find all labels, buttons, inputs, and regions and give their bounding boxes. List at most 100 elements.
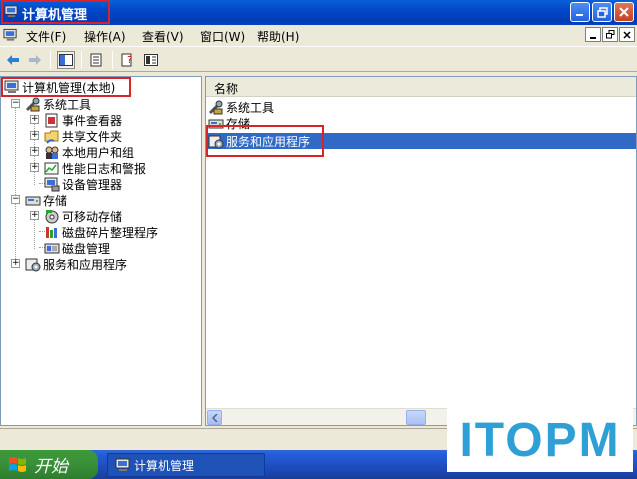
details-pane[interactable]: 名称 系统工具 存储 服务和应用程序 (205, 76, 637, 426)
document-window-controls (585, 27, 635, 42)
tree-item-disk-management[interactable]: 磁盘管理 (44, 240, 110, 256)
taskbar-item-computer-management[interactable]: 计算机管理 (107, 453, 265, 477)
expand-services-apps-icon[interactable]: + (11, 259, 20, 268)
restore-icon (596, 6, 608, 18)
tree-item-storage[interactable]: 存储 (25, 192, 67, 208)
tree-item-label: 本地用户和组 (62, 145, 135, 160)
services-highlight-box (206, 125, 324, 157)
taskbar-item-label: 计算机管理 (134, 458, 195, 473)
export-list-icon (90, 53, 102, 67)
start-label: 开始 (34, 457, 68, 477)
maximize-button[interactable] (592, 2, 612, 22)
storage-icon (25, 196, 41, 205)
tree-item-disk-defragmenter[interactable]: 磁盘碎片整理程序 (44, 224, 158, 240)
performance-icon (44, 162, 59, 174)
tree-root-highlight-box (1, 77, 131, 97)
doc-minimize-button[interactable] (585, 27, 601, 42)
show-hide-tree-button[interactable] (57, 51, 75, 69)
defragmenter-icon (46, 226, 57, 238)
event-viewer-icon (45, 113, 58, 127)
expand-shared-folders-icon[interactable]: + (30, 131, 39, 140)
list-item-label: 系统工具 (226, 100, 275, 115)
tree-item-label: 性能日志和警报 (62, 161, 147, 176)
users-icon (45, 146, 59, 159)
export-list-button[interactable] (88, 51, 106, 69)
menu-help[interactable]: 帮助(H) (257, 28, 299, 45)
shared-folder-icon (44, 130, 59, 144)
column-header-label: 名称 (214, 82, 239, 96)
toolbar-separator (50, 51, 51, 69)
toolbar: ? (0, 46, 637, 72)
console-tree[interactable]: 计算机管理(本地) − 系统工具 + 事件查看器 + 共享文件夹 + 本地用户和… (0, 76, 202, 426)
menu-action[interactable]: 操作(A) (84, 28, 126, 45)
close-button[interactable] (614, 2, 634, 22)
tools-icon (208, 100, 223, 114)
forward-button[interactable] (26, 51, 44, 69)
menu-bar: 文件(F) 操作(A) 查看(V) 窗口(W) 帮助(H) (0, 25, 637, 46)
disk-management-icon (44, 243, 60, 253)
tree-item-label: 共享文件夹 (62, 129, 123, 144)
column-header-name[interactable]: 名称 (206, 77, 636, 97)
tree-item-removable-storage[interactable]: 可移动存储 (44, 208, 122, 224)
back-button[interactable] (4, 51, 22, 69)
title-bar[interactable]: 计算机管理 (0, 0, 637, 25)
device-manager-icon (44, 177, 60, 191)
back-arrow-icon (7, 55, 19, 65)
tree-item-label: 系统工具 (43, 97, 92, 112)
removable-storage-icon (45, 209, 59, 223)
expand-local-users-icon[interactable]: + (30, 147, 39, 156)
show-hide-tree-icon (59, 54, 73, 66)
tree-item-event-viewer[interactable]: 事件查看器 (44, 112, 122, 128)
menu-window[interactable]: 窗口(W) (200, 28, 245, 45)
forward-arrow-icon (29, 55, 41, 65)
chevron-left-icon (211, 413, 218, 422)
tree-item-local-users[interactable]: 本地用户和组 (44, 144, 134, 160)
tree-item-services-apps[interactable]: 服务和应用程序 (25, 256, 127, 272)
restore-icon (605, 30, 614, 39)
scroll-left-button[interactable] (207, 410, 222, 425)
expand-performance-logs-icon[interactable]: + (30, 163, 39, 172)
toolbar-separator (81, 51, 82, 69)
tree-item-label: 服务和应用程序 (43, 257, 128, 272)
tree-item-label: 存储 (43, 193, 68, 208)
computer-icon (115, 458, 130, 471)
close-icon (623, 30, 631, 39)
minimize-icon (590, 36, 596, 39)
toolbar-separator (112, 51, 113, 69)
properties-icon (144, 54, 158, 66)
tree-item-device-manager[interactable]: 设备管理器 (44, 176, 122, 192)
tools-icon (25, 97, 40, 111)
tree-item-label: 磁盘碎片整理程序 (62, 225, 159, 240)
minimize-icon (576, 14, 583, 16)
doc-close-button[interactable] (619, 27, 635, 42)
svg-text:?: ? (127, 55, 132, 66)
help-button[interactable]: ? (119, 51, 137, 69)
title-highlight-box (1, 0, 110, 24)
properties-button[interactable] (142, 51, 160, 69)
watermark-text: ITOPM (459, 413, 621, 467)
computer-icon (3, 28, 17, 41)
expand-event-viewer-icon[interactable]: + (30, 115, 39, 124)
tree-item-label: 可移动存储 (62, 209, 123, 224)
minimize-button[interactable] (570, 2, 590, 22)
menu-file[interactable]: 文件(F) (26, 28, 66, 45)
doc-restore-button[interactable] (602, 27, 618, 42)
tree-item-performance-logs[interactable]: 性能日志和警报 (44, 160, 146, 176)
watermark-logo: ITOPM (447, 408, 633, 472)
list-item-system-tools[interactable]: 系统工具 (208, 99, 274, 115)
menu-view[interactable]: 查看(V) (142, 28, 184, 45)
collapse-storage-icon[interactable]: − (11, 195, 20, 204)
windows-logo-icon (9, 457, 26, 472)
help-icon: ? (121, 53, 132, 67)
services-icon (25, 258, 41, 271)
tree-item-system-tools[interactable]: 系统工具 (25, 96, 91, 112)
start-button[interactable]: 开始 (0, 450, 98, 479)
collapse-system-tools-icon[interactable]: − (11, 99, 20, 108)
tree-item-label: 磁盘管理 (62, 241, 111, 256)
tree-connector (15, 99, 16, 265)
tree-item-label: 事件查看器 (62, 113, 123, 128)
close-icon (619, 7, 629, 17)
expand-removable-storage-icon[interactable]: + (30, 211, 39, 220)
tree-item-shared-folders[interactable]: 共享文件夹 (44, 128, 122, 144)
scrollbar-thumb[interactable] (406, 410, 426, 425)
